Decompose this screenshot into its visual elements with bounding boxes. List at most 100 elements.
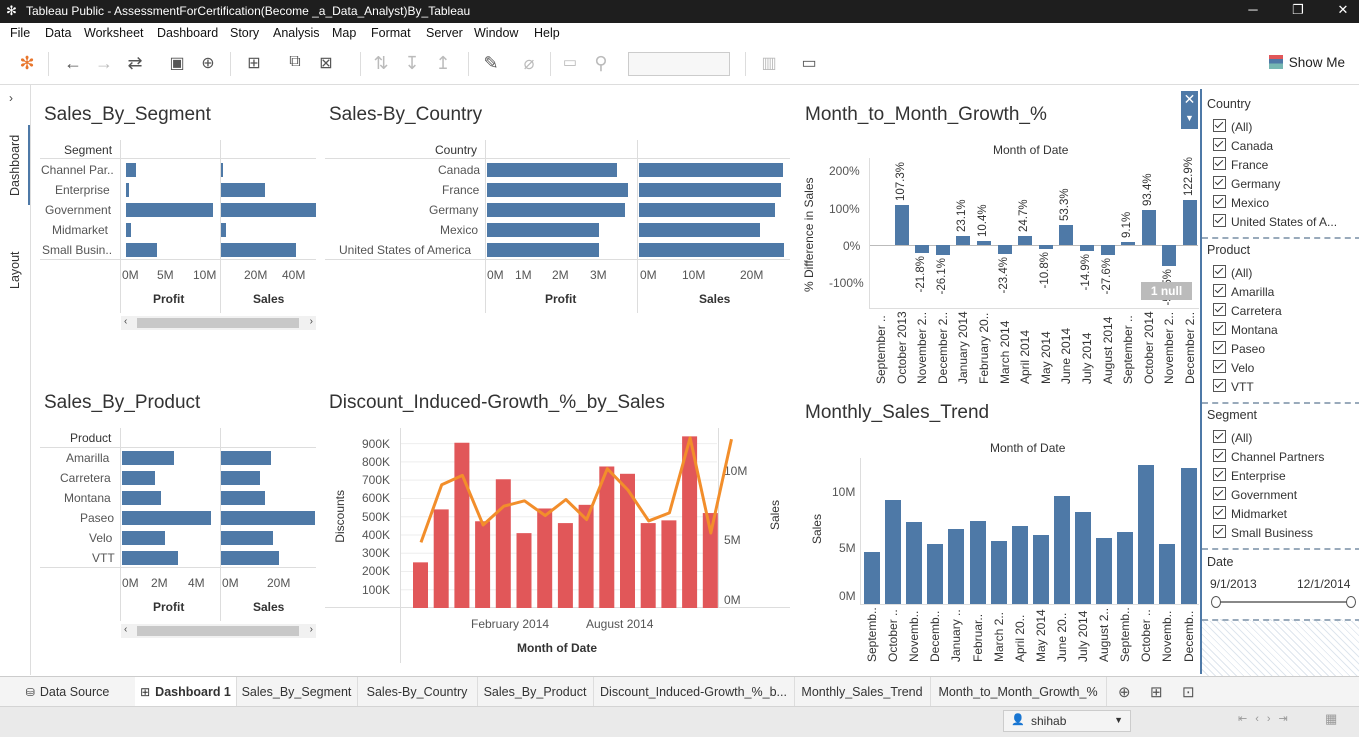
divider	[869, 308, 1199, 309]
date-slider-end-handle[interactable]	[1346, 596, 1356, 608]
trend-bar	[969, 521, 986, 604]
checkbox-checked-icon[interactable]	[1213, 265, 1226, 278]
filter-item-label: VTT	[1231, 380, 1254, 394]
sheet-nav-arrows[interactable]: ⇤‹›⇥	[1238, 712, 1296, 725]
filter-close-button[interactable]: ✕ ▼	[1181, 91, 1198, 129]
checkbox-checked-icon[interactable]	[1213, 379, 1226, 392]
mom-bar	[894, 205, 909, 245]
tab-month-to-month-growth[interactable]: Month_to_Month_Growth_%	[930, 677, 1107, 707]
date-end-value[interactable]: 12/1/2014	[1297, 577, 1350, 591]
checkbox-checked-icon[interactable]	[1213, 303, 1226, 316]
filter-product-item[interactable]: Paseo	[1213, 341, 1265, 356]
tab-sales-by-country[interactable]: Sales-By_Country	[357, 677, 478, 707]
checkbox-checked-icon[interactable]	[1213, 195, 1226, 208]
mom-month-label: April 2014	[1018, 329, 1033, 384]
trend-bar	[1053, 496, 1070, 604]
sheet-grid-icon[interactable]: ▦	[1325, 711, 1337, 727]
mom-y-tick: 200%	[829, 164, 860, 178]
filter-segment-item[interactable]: Small Business	[1213, 525, 1313, 540]
checkbox-checked-icon[interactable]	[1213, 430, 1226, 443]
checkbox-checked-icon[interactable]	[1213, 322, 1226, 335]
filter-product-item[interactable]: Velo	[1213, 360, 1254, 375]
filter-country-item[interactable]: United States of A...	[1213, 214, 1337, 229]
mom-data-label: -27.6%	[1100, 258, 1113, 295]
discount-bar	[557, 523, 573, 608]
mom-bar	[1100, 245, 1115, 256]
filter-product-item[interactable]: VTT	[1213, 379, 1254, 394]
new-worksheet-icon[interactable]: ⊕	[1118, 683, 1131, 701]
trend-bar	[1075, 512, 1091, 604]
discount-bar	[516, 533, 532, 608]
tab-monthly-sales-trend[interactable]: Monthly_Sales_Trend	[794, 677, 931, 707]
new-story-icon[interactable]: ⊡	[1182, 683, 1195, 701]
filter-segment-item[interactable]: Channel Partners	[1213, 449, 1324, 464]
tab-sales-by-product[interactable]: Sales_By_Product	[477, 677, 594, 707]
tab-discount-induced-growth[interactable]: Discount_Induced-Growth_%_b...	[593, 677, 795, 707]
tab-sales-by-segment[interactable]: Sales_By_Segment	[236, 677, 358, 707]
filter-menu-icon[interactable]: ▼	[1185, 113, 1194, 123]
filter-product-item[interactable]: (All)	[1213, 265, 1252, 280]
filter-country-title: Country	[1207, 97, 1251, 111]
mom-month-label: November 2..	[1162, 311, 1177, 384]
checkbox-checked-icon[interactable]	[1213, 468, 1226, 481]
divider	[1202, 548, 1359, 550]
trend-bar	[1180, 468, 1197, 604]
new-dashboard-icon[interactable]: ⊞	[1150, 683, 1163, 701]
user-dropdown[interactable]: 👤 shihab ▼	[1003, 710, 1131, 732]
trend-bar	[864, 552, 880, 604]
checkbox-checked-icon[interactable]	[1213, 449, 1226, 462]
filter-product-item[interactable]: Carretera	[1213, 303, 1282, 318]
filter-country-item[interactable]: Mexico	[1213, 195, 1269, 210]
date-start-value[interactable]: 9/1/2013	[1210, 577, 1257, 591]
filter-item-label: Government	[1231, 488, 1298, 502]
mom-month-label: February 20..	[977, 312, 991, 384]
discount-bar	[599, 466, 615, 608]
discount-bar	[640, 523, 656, 608]
discount-bar	[475, 521, 491, 608]
checkbox-checked-icon[interactable]	[1213, 138, 1226, 151]
mom-y-axis-title: % Difference in Sales	[802, 177, 816, 292]
filter-country-item[interactable]: Canada	[1213, 138, 1273, 153]
checkbox-checked-icon[interactable]	[1213, 341, 1226, 354]
filter-segment-item[interactable]: Government	[1213, 487, 1297, 502]
trend-y-tick: 5M	[839, 541, 856, 555]
filter-country-item[interactable]: France	[1213, 157, 1268, 172]
filter-segment-item[interactable]: (All)	[1213, 430, 1252, 445]
checkbox-checked-icon[interactable]	[1213, 360, 1226, 373]
mom-month-label: September ..	[874, 315, 888, 384]
filter-segment-item[interactable]: Midmarket	[1213, 506, 1287, 521]
sheet-tab-bar: ⛁ Data Source ⊞ Dashboard 1 Sales_By_Segme…	[0, 676, 1359, 707]
checkbox-checked-icon[interactable]	[1213, 284, 1226, 297]
checkbox-checked-icon[interactable]	[1213, 214, 1226, 227]
mom-y-tick: 0%	[843, 239, 861, 253]
mom-y-tick: 100%	[829, 202, 860, 216]
filter-country-item[interactable]: (All)	[1213, 119, 1252, 134]
tab-data-source[interactable]: ⛁ Data Source	[0, 677, 136, 707]
discount-bar	[495, 479, 511, 608]
filter-segment-item[interactable]: Enterprise	[1213, 468, 1286, 483]
checkbox-checked-icon[interactable]	[1213, 525, 1226, 538]
date-slider-start-handle[interactable]	[1211, 596, 1221, 608]
trend-bar	[948, 528, 965, 604]
discount-bar	[433, 509, 449, 608]
null-badge[interactable]: 1 null	[1141, 282, 1192, 300]
filter-product-item[interactable]: Montana	[1213, 322, 1278, 337]
filter-product-item[interactable]: Amarilla	[1213, 284, 1274, 299]
checkbox-checked-icon[interactable]	[1213, 506, 1226, 519]
trend-month-label: Novemb..	[907, 610, 922, 662]
checkbox-checked-icon[interactable]	[1213, 157, 1226, 170]
mom-bar	[956, 236, 971, 245]
trend-month-label: Novemb..	[1160, 610, 1175, 662]
user-name: shihab	[1031, 714, 1067, 728]
tab-dashboard-1[interactable]: ⊞ Dashboard 1	[135, 677, 237, 707]
mom-data-label: -21.8%	[915, 256, 928, 293]
checkbox-checked-icon[interactable]	[1213, 487, 1226, 500]
checkbox-checked-icon[interactable]	[1213, 176, 1226, 189]
date-slider-track[interactable]	[1216, 601, 1350, 603]
filter-date-title: Date	[1207, 555, 1234, 569]
filter-country-item[interactable]: Germany	[1213, 176, 1280, 191]
mom-data-label: 93.4%	[1141, 173, 1154, 207]
checkbox-checked-icon[interactable]	[1213, 119, 1226, 132]
mom-month-label: September ..	[1121, 315, 1136, 384]
trend-y-axis-title: Sales	[810, 514, 824, 545]
